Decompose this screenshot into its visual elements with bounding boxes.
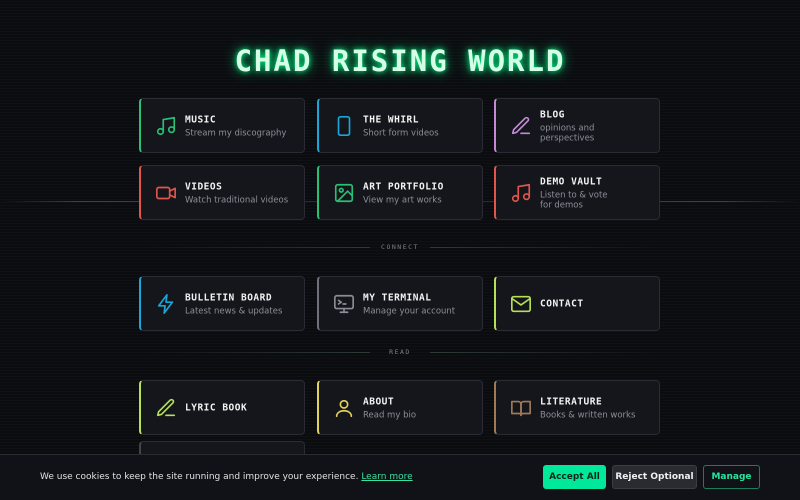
card-label: ABOUT	[363, 396, 395, 407]
user-icon	[333, 397, 355, 419]
card-label: BULLETIN BOARD	[185, 292, 273, 303]
section-divider-read: READ	[140, 346, 660, 358]
card-label: MY TERMINAL	[363, 292, 432, 303]
card-label: VIDEOS	[185, 181, 223, 192]
accept-all-button[interactable]: Accept All	[543, 465, 606, 489]
mail-icon	[510, 293, 532, 315]
card-music[interactable]: MUSIC Stream my discography	[139, 98, 305, 153]
lightning-icon	[155, 293, 177, 315]
card-subtitle: View my art works	[363, 195, 442, 205]
monitor-icon	[333, 293, 355, 315]
card-subtitle: Latest news & updates	[185, 306, 283, 316]
card-subtitle: Watch traditional videos	[185, 195, 289, 205]
card-the-whirl[interactable]: THE WHIRL Short form videos	[317, 98, 483, 153]
card-label: LITERATURE	[540, 396, 603, 407]
image-icon	[333, 182, 355, 204]
site-title: CHAD RISING WORLD	[234, 44, 566, 78]
card-art-portfolio[interactable]: ART PORTFOLIO View my art works	[317, 165, 483, 220]
card-about[interactable]: ABOUT Read my bio	[317, 380, 483, 435]
card-demo-vault[interactable]: DEMO VAULT Listen to & vote for demos	[494, 165, 660, 220]
card-subtitle: opinions and perspectives	[540, 123, 595, 143]
pencil-icon	[155, 397, 177, 419]
card-label: LYRIC BOOK	[185, 402, 248, 413]
book-icon	[510, 397, 532, 419]
card-my-terminal[interactable]: MY TERMINAL Manage your account	[317, 276, 483, 331]
video-camera-icon	[155, 182, 177, 204]
card-blog[interactable]: BLOG opinions and perspectives	[494, 98, 660, 153]
manage-button[interactable]: Manage	[703, 465, 760, 489]
music-note-icon	[155, 115, 177, 137]
music-note-icon	[510, 182, 532, 204]
card-subtitle: Read my bio	[363, 410, 417, 420]
cookie-text: We use cookies to keep the site running …	[40, 472, 359, 482]
card-contact[interactable]: CONTACT	[494, 276, 660, 331]
card-subtitle: Stream my discography	[185, 128, 287, 138]
pen-icon	[510, 115, 532, 137]
card-bulletin-board[interactable]: BULLETIN BOARD Latest news & updates	[139, 276, 305, 331]
phone-icon	[333, 115, 355, 137]
card-label: DEMO VAULT	[540, 176, 603, 187]
section-label: CONNECT	[381, 243, 419, 251]
card-subtitle: Manage your account	[363, 306, 456, 316]
card-label: THE WHIRL	[363, 114, 419, 125]
card-label: BLOG	[540, 109, 565, 120]
card-lyric-book[interactable]: LYRIC BOOK	[139, 380, 305, 435]
reject-optional-button[interactable]: Reject Optional	[612, 465, 697, 489]
card-subtitle: Books & written works	[540, 410, 636, 420]
card-videos[interactable]: VIDEOS Watch traditional videos	[139, 165, 305, 220]
cookie-message: We use cookies to keep the site running …	[40, 472, 413, 482]
card-literature[interactable]: LITERATURE Books & written works	[494, 380, 660, 435]
card-subtitle: Listen to & vote for demos	[540, 190, 608, 210]
cookie-banner: We use cookies to keep the site running …	[0, 454, 800, 500]
section-label: READ	[389, 348, 411, 356]
card-subtitle: Short form videos	[363, 128, 439, 138]
card-label: ART PORTFOLIO	[363, 181, 444, 192]
card-label: CONTACT	[540, 298, 584, 309]
section-divider-connect: CONNECT	[140, 241, 660, 253]
card-label: MUSIC	[185, 114, 217, 125]
learn-more-link[interactable]: Learn more	[361, 472, 412, 482]
